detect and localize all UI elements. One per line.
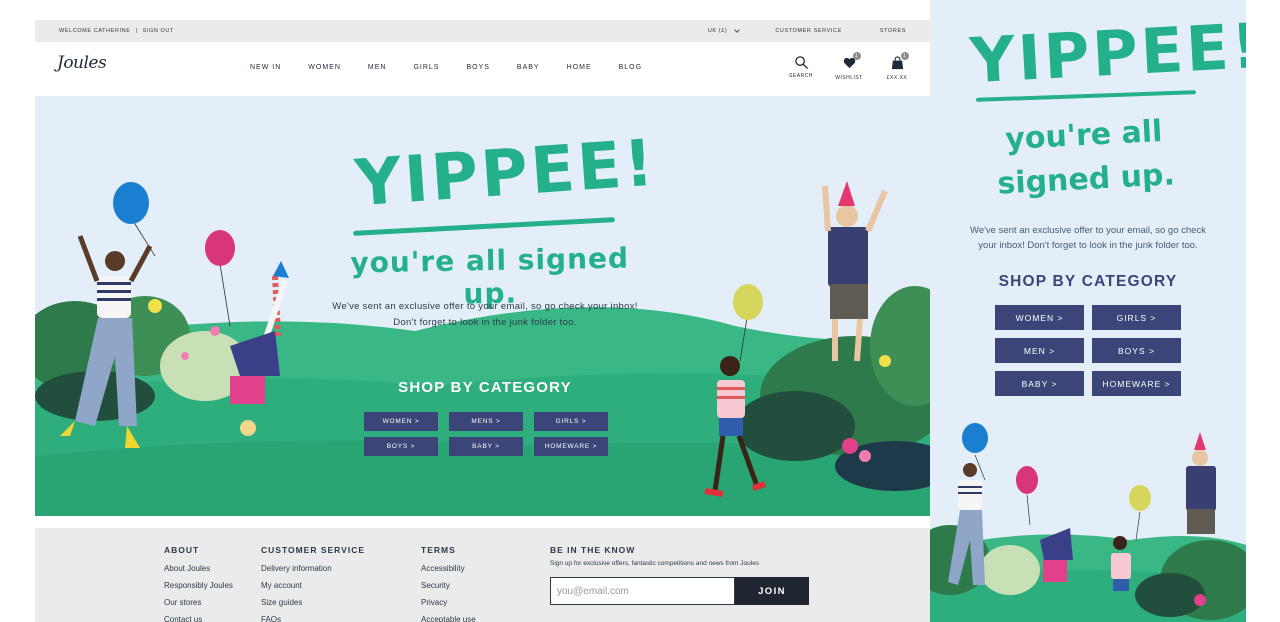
util-divider: | xyxy=(135,28,138,34)
newsletter-text: Sign up for exclusive offers, fantastic … xyxy=(550,560,760,567)
category-button-homeware[interactable]: HOMEWARE > xyxy=(534,437,608,456)
footer-link[interactable]: Size guides xyxy=(261,594,365,611)
nav-item-new-in[interactable]: NEW IN xyxy=(250,64,281,71)
footer-customer-service: CUSTOMER SERVICE Delivery information My… xyxy=(261,545,365,622)
hero-message-line-1: We've sent an exclusive offer to your em… xyxy=(332,301,638,312)
footer-link[interactable]: Privacy xyxy=(421,594,476,611)
nav-links: NEW IN WOMEN MEN GIRLS BOYS BABY HOME BL… xyxy=(250,64,669,71)
mobile-headline: YIPPEE! xyxy=(968,9,1246,98)
desktop-page: WELCOME CATHERINE | SIGN OUT UK (£) CUST… xyxy=(35,20,930,622)
chevron-down-icon xyxy=(734,27,741,33)
mobile-category-button-baby[interactable]: BABY > xyxy=(995,371,1084,396)
category-button-baby[interactable]: BABY > xyxy=(449,437,523,456)
footer-link[interactable]: Accessibility xyxy=(421,560,476,577)
wishlist-count-badge: 1 xyxy=(852,52,861,60)
mobile-subhead: you're all signed up. xyxy=(988,109,1182,207)
country-label: UK (£) xyxy=(707,28,728,34)
country-selector[interactable]: UK (£) xyxy=(707,27,741,34)
footer-terms-heading: TERMS xyxy=(421,545,456,555)
bag-total-label: £XX.XX xyxy=(886,75,908,81)
mobile-shop-by-category-title: SHOP BY CATEGORY xyxy=(998,273,1178,290)
footer-link[interactable]: FAQs xyxy=(261,611,365,622)
stores-link[interactable]: STORES xyxy=(880,28,906,34)
nav-item-girls[interactable]: GIRLS xyxy=(413,64,439,71)
footer-about: ABOUT About Joules Responsibly Joules Ou… xyxy=(164,545,233,622)
bag-button[interactable]: 1 £XX.XX xyxy=(884,52,910,81)
footer-link[interactable]: Contact us xyxy=(164,611,233,622)
wishlist-icon-wrap: 1 xyxy=(842,52,861,75)
joules-logo[interactable]: Joules xyxy=(57,53,107,73)
bag-icon-wrap: 1 xyxy=(890,52,909,75)
join-button[interactable]: JOIN xyxy=(735,577,809,605)
wishlist-label: WISHLIST xyxy=(835,75,863,81)
category-button-boys[interactable]: BOYS > xyxy=(364,437,438,456)
shop-by-category-title: SHOP BY CATEGORY xyxy=(398,379,572,396)
newsletter-heading: BE IN THE KNOW xyxy=(550,545,636,555)
search-icon xyxy=(794,56,808,70)
utility-bar: WELCOME CATHERINE | SIGN OUT UK (£) CUST… xyxy=(35,20,930,42)
footer-link[interactable]: About Joules xyxy=(164,560,233,577)
email-field[interactable] xyxy=(550,577,735,605)
sign-out-link[interactable]: SIGN OUT xyxy=(143,28,174,34)
footer-terms: TERMS Accessibility Security Privacy Acc… xyxy=(421,545,476,622)
mobile-category-button-women[interactable]: WOMEN > xyxy=(995,305,1084,330)
footer-link[interactable]: Acceptable use xyxy=(421,611,476,622)
bag-count-badge: 1 xyxy=(900,52,909,60)
hero-message-line-2: Don't forget to look in the junk folder … xyxy=(393,317,577,328)
footer-about-heading: ABOUT xyxy=(164,545,200,555)
mobile-message: We've sent an exclusive offer to your em… xyxy=(952,223,1224,253)
footer-link[interactable]: Delivery information xyxy=(261,560,365,577)
mobile-hero-illustration xyxy=(930,423,1246,622)
hero-banner: YIPPEE! you're all signed up. We've sent… xyxy=(35,96,930,516)
mobile-message-line-2: your inbox! Don't forget to look in the … xyxy=(978,240,1198,251)
hero-message: We've sent an exclusive offer to your em… xyxy=(305,299,665,331)
footer-link[interactable]: My account xyxy=(261,577,365,594)
search-button[interactable]: SEARCH xyxy=(788,55,814,81)
mobile-category-button-homeware[interactable]: HOMEWARE > xyxy=(1092,371,1181,396)
mobile-page: YIPPEE! you're all signed up. We've sent… xyxy=(930,0,1246,622)
mobile-category-button-men[interactable]: MEN > xyxy=(995,338,1084,363)
main-nav: Joules NEW IN WOMEN MEN GIRLS BOYS BABY … xyxy=(35,42,930,96)
newsletter-form: JOIN xyxy=(550,577,809,605)
footer-link[interactable]: Responsibly Joules xyxy=(164,577,233,594)
category-button-girls[interactable]: GIRLS > xyxy=(534,412,608,431)
mobile-category-button-girls[interactable]: GIRLS > xyxy=(1092,305,1181,330)
footer: ABOUT About Joules Responsibly Joules Ou… xyxy=(35,528,930,622)
mobile-subhead-line-2: signed up. xyxy=(996,157,1176,202)
search-label: SEARCH xyxy=(789,73,813,79)
nav-item-women[interactable]: WOMEN xyxy=(308,64,341,71)
category-buttons: WOMEN > MENS > GIRLS > BOYS > BABY > HOM… xyxy=(364,412,608,456)
nav-item-men[interactable]: MEN xyxy=(368,64,387,71)
mobile-message-line-1: We've sent an exclusive offer to your em… xyxy=(970,225,1206,236)
newsletter-signup: BE IN THE KNOW Sign up for exclusive off… xyxy=(550,545,809,605)
footer-customer-service-heading: CUSTOMER SERVICE xyxy=(261,545,366,555)
mobile-category-buttons: WOMEN > GIRLS > MEN > BOYS > BABY > HOME… xyxy=(995,305,1181,396)
wishlist-button[interactable]: 1 WISHLIST xyxy=(835,52,863,81)
footer-link[interactable]: Security xyxy=(421,577,476,594)
customer-service-link[interactable]: CUSTOMER SERVICE xyxy=(775,28,842,34)
nav-item-baby[interactable]: BABY xyxy=(517,64,540,71)
nav-item-boys[interactable]: BOYS xyxy=(466,64,489,71)
nav-item-home[interactable]: HOME xyxy=(567,64,592,71)
category-button-mens[interactable]: MENS > xyxy=(449,412,523,431)
welcome-text: WELCOME CATHERINE xyxy=(59,28,131,34)
footer-link[interactable]: Our stores xyxy=(164,594,233,611)
nav-icons: SEARCH 1 WISHLIST 1 £XX.XX xyxy=(788,52,910,81)
category-button-women[interactable]: WOMEN > xyxy=(364,412,438,431)
mobile-category-button-boys[interactable]: BOYS > xyxy=(1092,338,1181,363)
nav-item-blog[interactable]: BLOG xyxy=(619,64,642,71)
